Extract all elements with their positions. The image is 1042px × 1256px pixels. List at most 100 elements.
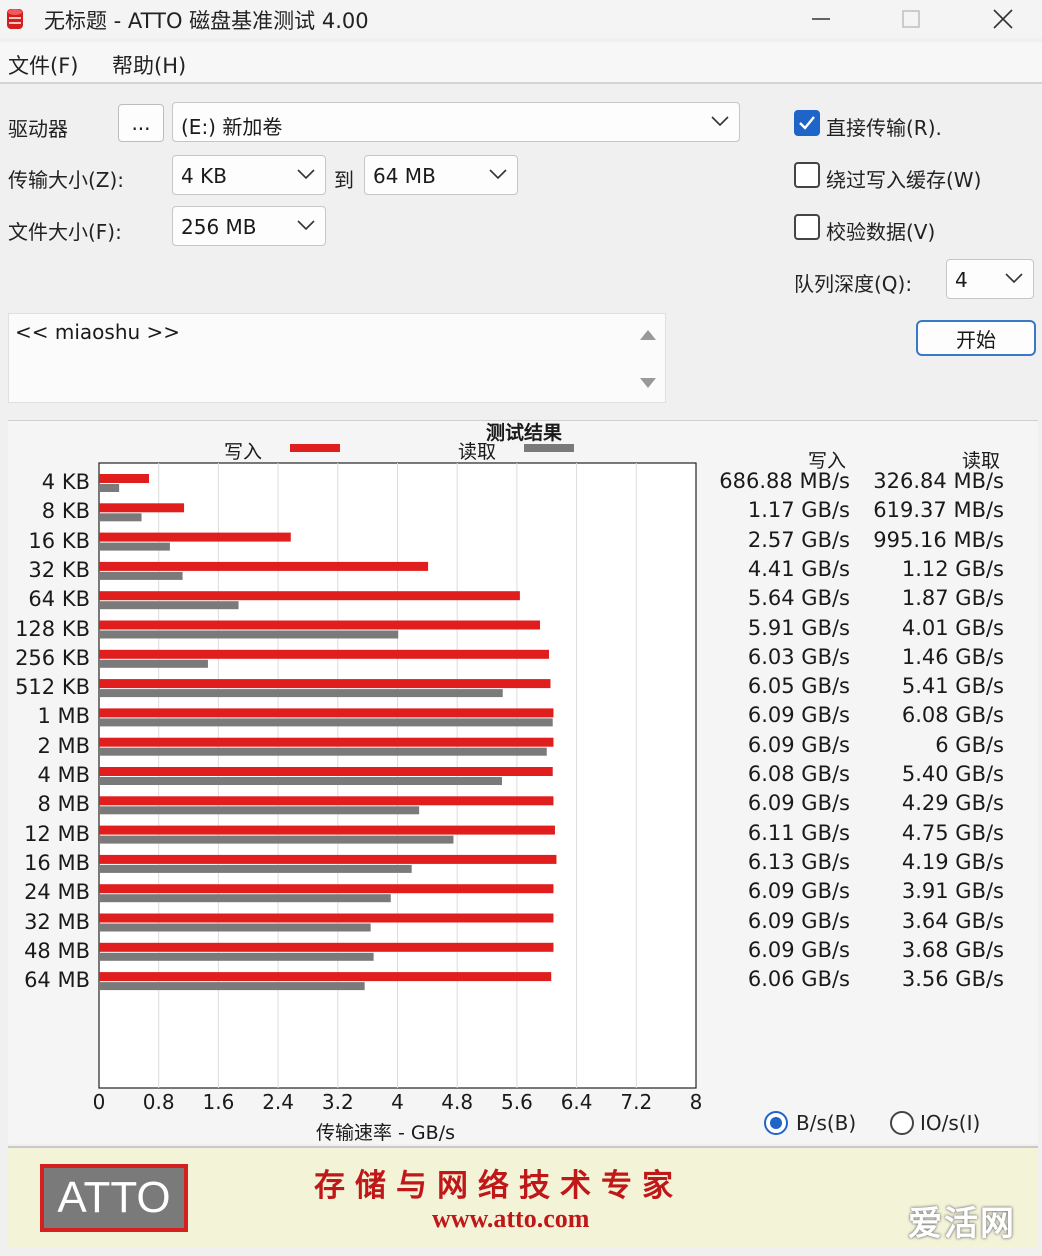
- y-tick-label: 4 KB: [41, 470, 90, 494]
- write-result: 6.09 GB/s: [747, 879, 850, 904]
- y-tick-label: 16 KB: [28, 528, 90, 553]
- read-result: 1.12 GB/s: [901, 556, 1004, 581]
- maximize-button[interactable]: [866, 0, 956, 38]
- chevron-down-icon: [489, 169, 507, 180]
- direct-io-checkbox[interactable]: [794, 110, 820, 136]
- read-result: 3.68 GB/s: [901, 937, 1004, 962]
- transfer-from-select[interactable]: 4 KB: [172, 155, 326, 195]
- atto-banner: ATTO 存储与网络技术专家 www.atto.com 爱活网: [8, 1146, 1038, 1248]
- x-axis-title: 传输速率 - GB/s: [316, 1122, 455, 1144]
- x-tick-label: 5.6: [500, 1090, 533, 1114]
- read-result: 4.01 GB/s: [901, 615, 1004, 640]
- start-button[interactable]: 开始: [916, 320, 1036, 356]
- scroll-up-icon[interactable]: [639, 328, 657, 342]
- scroll-down-icon[interactable]: [639, 376, 657, 390]
- minimize-button[interactable]: [776, 0, 866, 38]
- x-tick-label: 8: [689, 1090, 703, 1114]
- y-tick-label: 32 KB: [28, 557, 90, 582]
- y-tick-label: 128 KB: [15, 616, 90, 641]
- atto-disk-icon: [7, 9, 23, 29]
- banner-url: www.atto.com: [432, 1204, 590, 1233]
- read-result: 6 GB/s: [935, 732, 1004, 757]
- legend-write-swatch: [290, 444, 340, 452]
- y-tick-label: 24 MB: [24, 880, 90, 905]
- queue-depth-select[interactable]: 4: [946, 259, 1034, 299]
- read-result: 5.40 GB/s: [901, 762, 1004, 786]
- read-result: 1.46 GB/s: [901, 644, 1004, 669]
- x-tick-label: 2.4: [262, 1090, 294, 1114]
- y-tick-label: 32 MB: [24, 909, 90, 934]
- write-result: 6.09 GB/s: [747, 908, 850, 933]
- write-result: 6.05 GB/s: [747, 674, 850, 699]
- read-result: 4.29 GB/s: [901, 791, 1004, 816]
- y-tick-label: 2 MB: [37, 733, 90, 758]
- write-result: 1.17 GB/s: [747, 498, 850, 523]
- read-result: 3.64 GB/s: [901, 908, 1004, 933]
- y-tick-label: 4 MB: [37, 763, 90, 787]
- chevron-down-icon: [1005, 273, 1023, 284]
- write-result: 686.88 MB/s: [719, 469, 850, 493]
- drive-value: (E:) 新加卷: [181, 115, 283, 139]
- read-result: 4.19 GB/s: [901, 849, 1004, 874]
- legend-read-label: 读取: [458, 441, 497, 463]
- close-button[interactable]: [958, 0, 1042, 38]
- x-tick-label: 4.8: [441, 1090, 474, 1114]
- x-tick-label: 0.8: [142, 1090, 175, 1114]
- to-label: 到: [334, 168, 354, 192]
- transfer-from-value: 4 KB: [181, 164, 227, 188]
- write-result: 2.57 GB/s: [747, 527, 850, 552]
- write-result: 5.91 GB/s: [747, 615, 850, 640]
- menu-help[interactable]: 帮助(H): [112, 50, 186, 80]
- window-title: 无标题 - ATTO 磁盘基准测试 4.00: [44, 9, 369, 33]
- close-icon: [993, 9, 1013, 29]
- browse-button[interactable]: ...: [118, 104, 164, 142]
- menu-file[interactable]: 文件(F): [8, 50, 78, 80]
- transfer-to-select[interactable]: 64 MB: [364, 155, 518, 195]
- read-result: 3.91 GB/s: [901, 879, 1004, 904]
- x-tick-label: 3.2: [321, 1090, 354, 1114]
- y-tick-label: 8 MB: [37, 792, 90, 817]
- direct-io-label: 直接传输(R).: [826, 116, 942, 140]
- description-box[interactable]: << miaoshu >>: [8, 313, 666, 403]
- read-result: 1.87 GB/s: [901, 586, 1004, 611]
- transfer-to-value: 64 MB: [373, 164, 436, 188]
- transfer-size-label: 传输大小(Z):: [8, 168, 125, 192]
- read-result: 326.84 MB/s: [873, 469, 1004, 493]
- queue-depth-value: 4: [955, 268, 968, 292]
- y-tick-label: 16 MB: [24, 850, 90, 875]
- banner-slogan: 存储与网络技术专家: [314, 1168, 683, 1204]
- bypass-cache-checkbox[interactable]: [794, 162, 820, 188]
- y-tick-label: 64 KB: [28, 587, 90, 612]
- title-bar: 无标题 - ATTO 磁盘基准测试 4.00: [0, 0, 1042, 38]
- write-result: 6.13 GB/s: [747, 849, 850, 874]
- write-result: 6.03 GB/s: [747, 644, 850, 669]
- y-tick-label: 64 MB: [24, 968, 90, 993]
- maximize-icon: [902, 10, 920, 28]
- write-result: 6.09 GB/s: [747, 703, 850, 728]
- y-tick-label: 8 KB: [41, 499, 90, 524]
- read-result: 995.16 MB/s: [873, 527, 1004, 552]
- bytes-per-second-radio[interactable]: [764, 1111, 788, 1135]
- chevron-down-icon: [297, 169, 315, 180]
- io-per-second-radio[interactable]: [890, 1111, 914, 1135]
- file-size-select[interactable]: 256 MB: [172, 206, 326, 246]
- site-watermark: 爱活网: [908, 1204, 1016, 1244]
- write-result: 6.08 GB/s: [747, 762, 850, 786]
- bytes-per-second-label: B/s(B): [796, 1111, 857, 1135]
- x-tick-label: 7.2: [620, 1090, 653, 1114]
- legend-write-label: 写入: [224, 441, 263, 463]
- write-result: 6.09 GB/s: [747, 937, 850, 962]
- write-result: 6.11 GB/s: [747, 820, 850, 845]
- bypass-cache-label: 绕过写入缓存(W): [826, 168, 982, 192]
- verify-data-checkbox[interactable]: [794, 214, 820, 240]
- drive-select[interactable]: (E:) 新加卷: [172, 102, 740, 142]
- write-result: 5.64 GB/s: [747, 586, 850, 611]
- description-text: << miaoshu >>: [15, 320, 181, 344]
- chevron-down-icon: [297, 220, 315, 231]
- queue-depth-label: 队列深度(Q):: [794, 272, 913, 296]
- x-tick-label: 1.6: [202, 1090, 235, 1114]
- y-tick-label: 256 KB: [15, 645, 90, 670]
- read-result: 6.08 GB/s: [901, 703, 1004, 728]
- write-result: 6.09 GB/s: [747, 791, 850, 816]
- y-tick-label: 48 MB: [24, 938, 90, 963]
